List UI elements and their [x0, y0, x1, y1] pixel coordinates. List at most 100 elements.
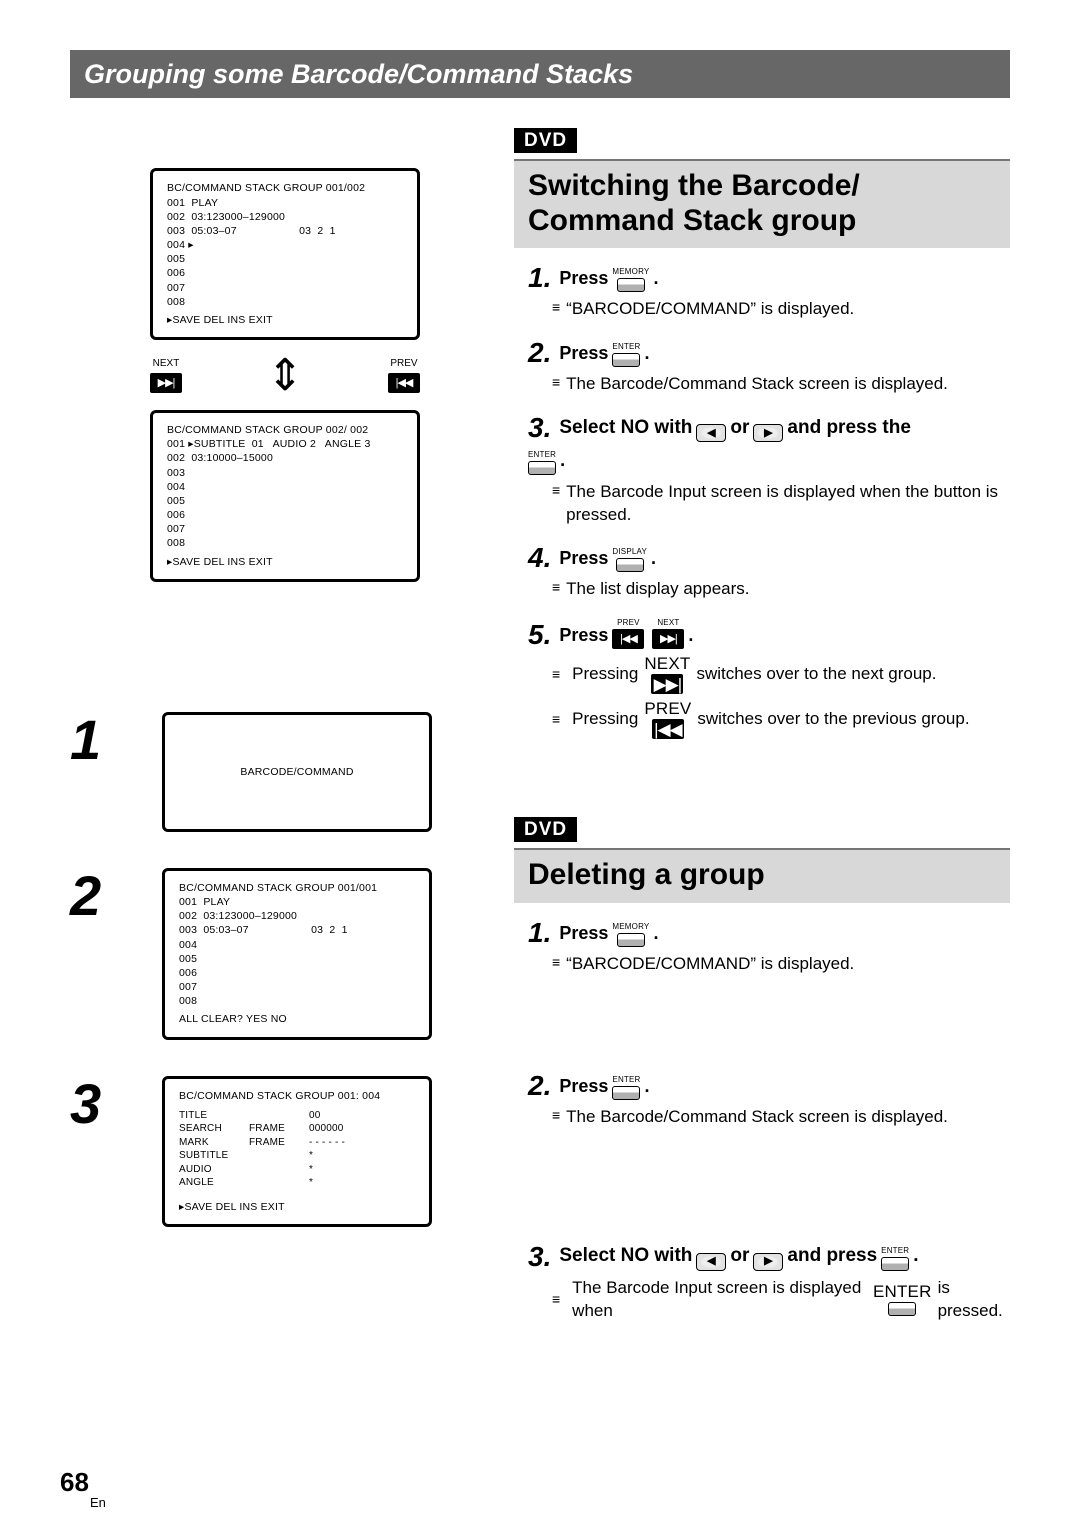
press-label: Press	[559, 1074, 608, 1098]
press-label: Press	[559, 341, 608, 365]
osd-group1: BC/COMMAND STACK GROUP 001/002 001 PLAY …	[150, 168, 420, 340]
text: is pressed.	[938, 1277, 1010, 1323]
text: Select NO with	[559, 415, 692, 441]
tbl-cell: FRAME	[249, 1136, 309, 1150]
period: .	[653, 266, 658, 290]
tbl-cell: TITLE	[179, 1109, 249, 1123]
text: switches over to the next group.	[696, 663, 936, 686]
bullet-text: The Barcode/Command Stack screen is disp…	[566, 1106, 948, 1129]
big-step-2: 2	[70, 868, 150, 924]
osd-body: 001 PLAY 002 03:123000–129000 003 05:03–…	[179, 895, 415, 1008]
bullet-text: The list display appears.	[566, 578, 749, 601]
big-step-1: 1	[70, 712, 150, 768]
osd-header: BC/COMMAND STACK GROUP 001: 004	[179, 1089, 415, 1103]
right-column: DVD Switching the Barcode/ Command Stack…	[500, 128, 1010, 1340]
step-num: 4.	[528, 544, 551, 572]
or: or	[730, 415, 749, 441]
enter-key-icon: ENTER	[528, 451, 556, 475]
osd-barcode: BARCODE/COMMAND	[162, 712, 432, 832]
step-num: 3.	[528, 414, 551, 442]
osd-footer: ▸SAVE DEL INS EXIT	[179, 1200, 415, 1214]
prev-key-icon: PREV|◀◀	[644, 700, 691, 739]
tbl-cell: MARK	[179, 1136, 249, 1150]
text: and press the	[787, 415, 911, 441]
memory-key-icon: MEMORY	[612, 923, 649, 947]
page-number: 68	[60, 1467, 89, 1498]
skip-prev-icon: |◀◀	[388, 373, 420, 393]
period: .	[560, 448, 565, 472]
stepB2: 2. Press ENTER . The Barcode/Command Sta…	[528, 1072, 1010, 1129]
big-step-3: 3	[70, 1076, 150, 1132]
tbl-cell: *	[309, 1149, 369, 1163]
press-label: Press	[559, 921, 608, 945]
enter-key-icon: ENTER	[612, 1076, 640, 1100]
tbl-cell	[249, 1109, 309, 1123]
osd-header: BC/COMMAND STACK GROUP 002/ 002	[167, 423, 403, 437]
lang-code: En	[90, 1495, 106, 1510]
text: Pressing	[572, 663, 638, 686]
tbl-cell: AUDIO	[179, 1163, 249, 1177]
enter-key-icon: ENTER	[612, 343, 640, 367]
step-num: 1.	[528, 919, 551, 947]
enter-key-icon: ENTER	[873, 1283, 932, 1316]
stepA2: 2. Press ENTER . The Barcode/Command Sta…	[528, 339, 1010, 396]
section-switching: Switching the Barcode/ Command Stack gro…	[514, 159, 1010, 248]
osd-footer: ▸SAVE DEL INS EXIT	[167, 313, 403, 327]
period: .	[651, 546, 656, 570]
enter-key-icon: ENTER	[881, 1247, 909, 1271]
skip-next-icon: ▶▶|	[150, 373, 182, 393]
osd-footer: ALL CLEAR? YES NO	[179, 1012, 415, 1026]
tbl-cell: *	[309, 1163, 369, 1177]
tbl-cell: ANGLE	[179, 1176, 249, 1190]
osd-header: BC/COMMAND STACK GROUP 001/002	[167, 181, 403, 195]
osd-body: 001 PLAY 002 03:123000–129000 003 05:03–…	[167, 196, 403, 309]
stepA3: 3. Select NO with ◀ or ▶ and press the E…	[528, 414, 1010, 526]
press-label: Press	[559, 546, 608, 570]
memory-key-icon: MEMORY	[612, 268, 649, 292]
stepB3: 3. Select NO with ◀ or ▶ and press ENTER…	[528, 1243, 1010, 1323]
tbl-cell: 000000	[309, 1122, 369, 1136]
press-label: Press	[559, 266, 608, 290]
step-num: 2.	[528, 339, 551, 367]
osd-text: BARCODE/COMMAND	[240, 765, 353, 779]
next-key-icon: NEXT▶▶|	[652, 619, 684, 649]
next-label: NEXT	[153, 359, 180, 369]
text: switches over to the previous group.	[697, 708, 969, 731]
stepA5: 5. Press PREV|◀◀ NEXT▶▶| . Pressing NEXT…	[528, 619, 1010, 739]
tbl-cell	[249, 1149, 309, 1163]
osd-header: BC/COMMAND STACK GROUP 001/001	[179, 881, 415, 895]
osd-b3: BC/COMMAND STACK GROUP 001: 004 TITLE00 …	[162, 1076, 432, 1227]
tbl-cell: SEARCH	[179, 1122, 249, 1136]
right-arrow-icon: ▶	[753, 424, 783, 442]
period: .	[913, 1243, 918, 1269]
section-title: Deleting a group	[528, 858, 996, 893]
step-num: 1.	[528, 264, 551, 292]
stepA1: 1. Press MEMORY . “BARCODE/COMMAND” is d…	[528, 264, 1010, 321]
prev-key-icon: PREV|◀◀	[612, 619, 644, 649]
bullet-text: The Barcode/Command Stack screen is disp…	[566, 373, 948, 396]
tbl-cell: - - - - - -	[309, 1136, 369, 1150]
period: .	[645, 341, 650, 365]
period: .	[688, 623, 693, 647]
tbl-cell: 00	[309, 1109, 369, 1123]
text: Select NO with	[559, 1243, 692, 1269]
step-num: 3.	[528, 1243, 551, 1271]
osd-group2: BC/COMMAND STACK GROUP 002/ 002 001 ▸SUB…	[150, 410, 420, 582]
text: Pressing	[572, 708, 638, 731]
bullet-text: “BARCODE/COMMAND” is displayed.	[566, 298, 854, 321]
text: The Barcode Input screen is displayed wh…	[572, 1277, 867, 1323]
tbl-cell: FRAME	[249, 1122, 309, 1136]
left-arrow-icon: ◀	[696, 424, 726, 442]
period: .	[645, 1074, 650, 1098]
next-key-icon: NEXT▶▶|	[644, 655, 690, 694]
tbl-cell	[249, 1163, 309, 1177]
or: or	[730, 1243, 749, 1269]
stepB1: 1. Press MEMORY . “BARCODE/COMMAND” is d…	[528, 919, 1010, 976]
osd-b2: BC/COMMAND STACK GROUP 001/001 001 PLAY …	[162, 868, 432, 1040]
page-header: Grouping some Barcode/Command Stacks	[70, 50, 1010, 98]
press-label: Press	[559, 623, 608, 647]
text: and press	[787, 1243, 877, 1269]
bullet-text: “BARCODE/COMMAND” is displayed.	[566, 953, 854, 976]
prev-label: PREV	[390, 359, 417, 369]
left-column: BC/COMMAND STACK GROUP 001/002 001 PLAY …	[70, 128, 500, 1340]
